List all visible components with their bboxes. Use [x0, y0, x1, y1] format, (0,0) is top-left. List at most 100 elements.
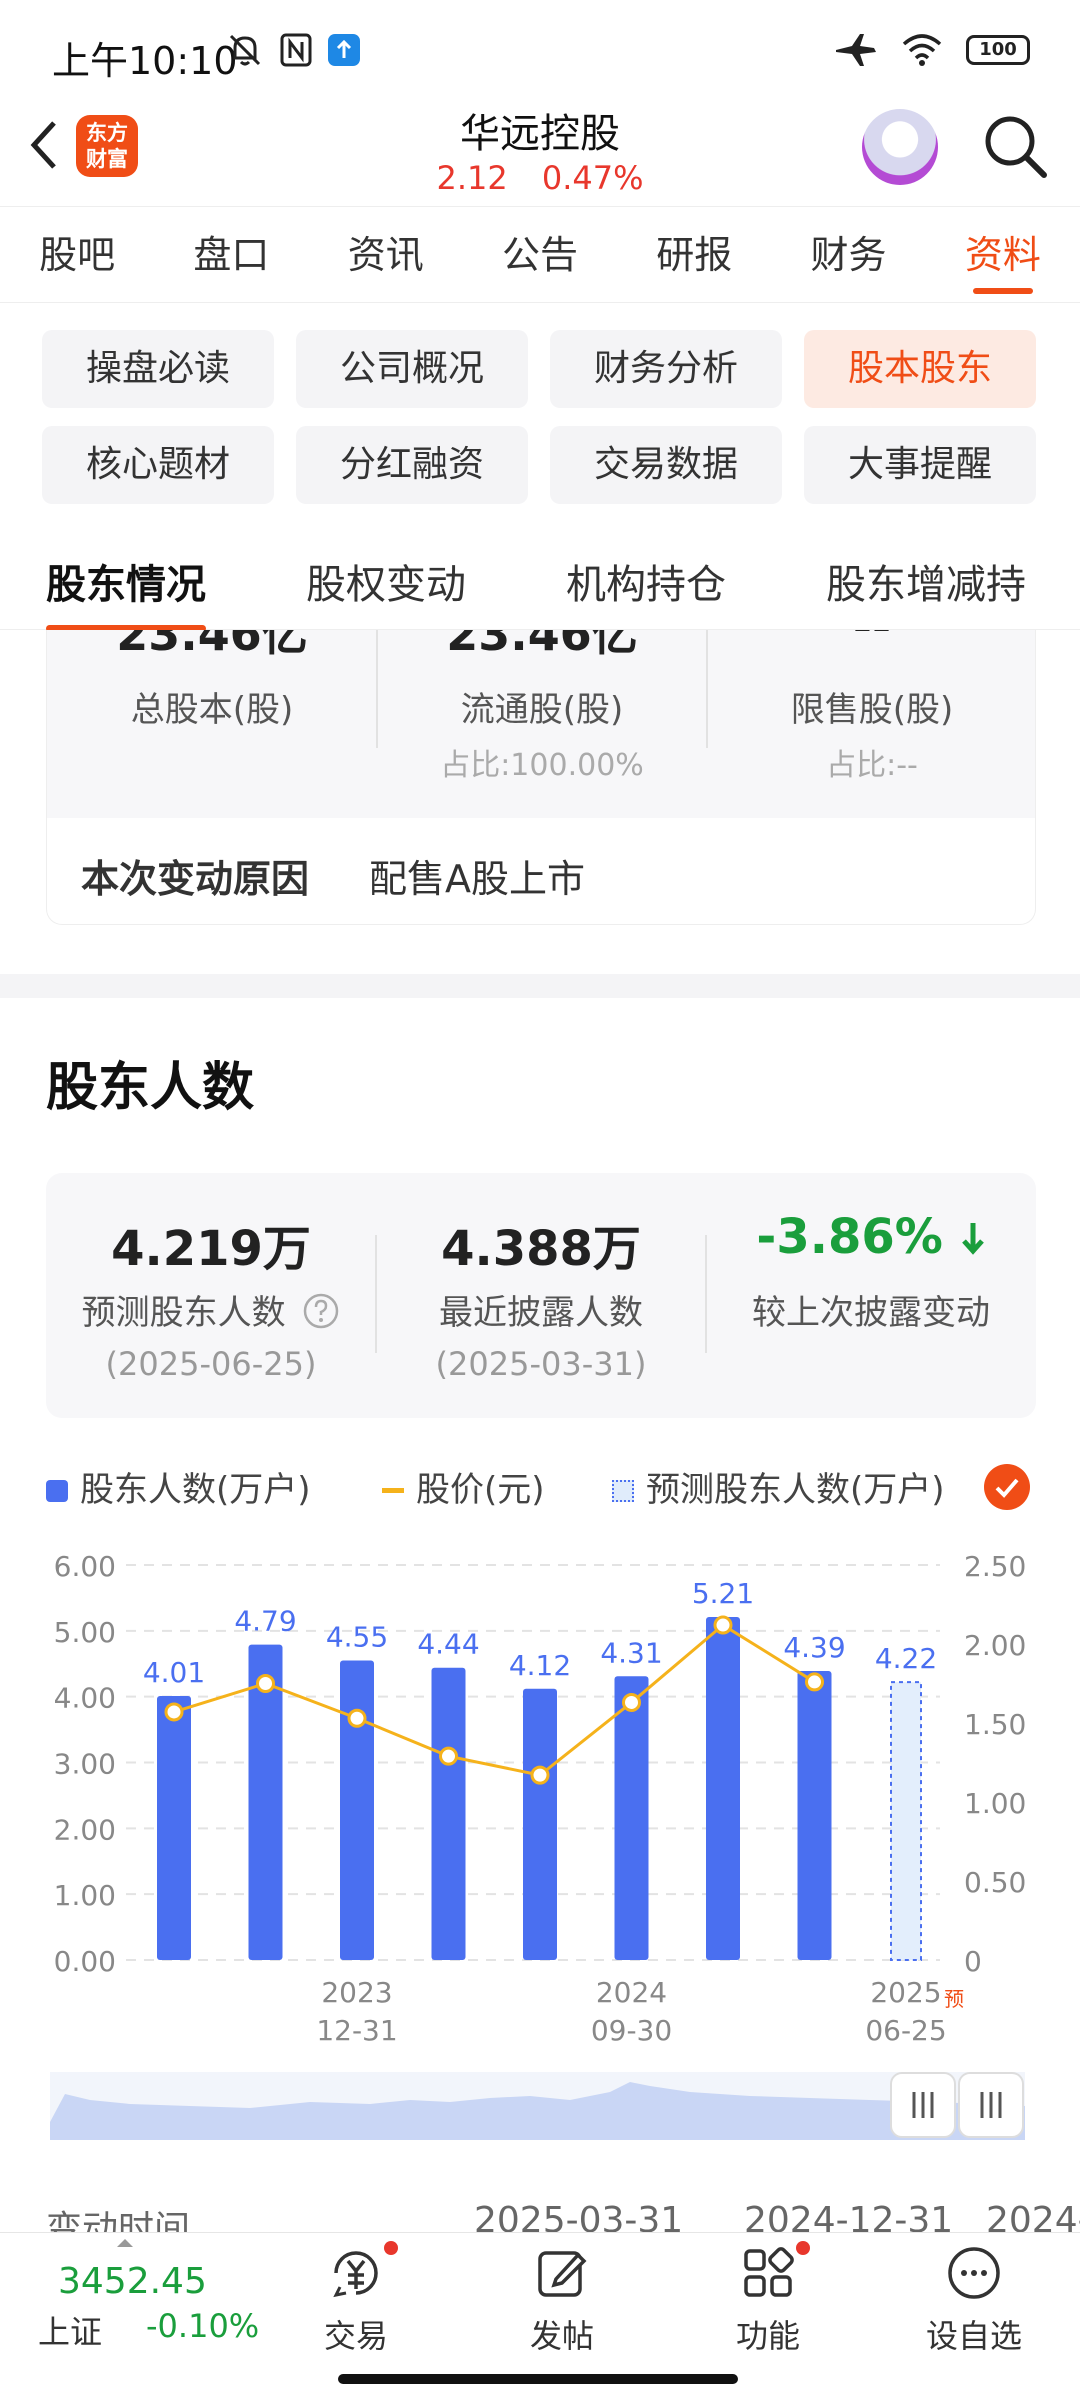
- subtab-equity-changes[interactable]: 股权变动: [306, 552, 466, 610]
- restricted-shares-ratio: 占比:--: [826, 748, 918, 783]
- legend-holders[interactable]: 股东人数(万户): [46, 1462, 311, 1511]
- y-left-tick: 1.00: [54, 1879, 116, 1912]
- status-icons-left: [225, 32, 361, 68]
- subtab-shareholder-info[interactable]: 股东情况: [46, 552, 206, 632]
- subtab-institution-holdings[interactable]: 机构持仓: [566, 552, 726, 610]
- price-point: [713, 1615, 733, 1635]
- tab-finance[interactable]: 财务: [771, 207, 925, 302]
- wifi-icon: [902, 34, 942, 66]
- restricted-shares-value: --: [707, 630, 1035, 652]
- nav-post-label: 发帖: [529, 2317, 594, 2355]
- nav-post[interactable]: 发帖: [482, 2243, 642, 2357]
- index-expand-arrow-icon[interactable]: [115, 2237, 135, 2249]
- chip-financial-analysis[interactable]: 财务分析: [550, 330, 782, 408]
- subtab-holder-changes[interactable]: 股东增减持: [826, 552, 1026, 610]
- float-shares-col: 23.46亿 流通股(股) 占比:100.00%: [377, 630, 707, 818]
- shareholder-count-title: 股东人数: [46, 1058, 255, 1118]
- chip-dividend-financing[interactable]: 分红融资: [296, 426, 528, 504]
- bar-shareholders: [614, 1676, 649, 1960]
- chip-company-overview[interactable]: 公司概况: [296, 330, 528, 408]
- bar-shareholders: [523, 1688, 557, 1960]
- tab-pankou[interactable]: 盘口: [154, 207, 308, 302]
- profile-chip-grid: 操盘必读 公司概况 财务分析 股本股东 核心题材 分红融资 交易数据 大事提醒: [42, 330, 1040, 504]
- tab-research[interactable]: 研报: [617, 207, 771, 302]
- search-icon[interactable]: [980, 111, 1050, 181]
- nav-functions[interactable]: 功能: [688, 2241, 848, 2357]
- holders-change-value: -3.86%: [706, 1209, 1036, 1265]
- price-point: [347, 1708, 367, 1728]
- forecast-holders-date: (2025-06-25): [105, 1345, 317, 1383]
- restricted-shares-col: -- 限售股(股) 占比:--: [707, 630, 1035, 818]
- assistant-robot-avatar[interactable]: [862, 109, 938, 185]
- index-name[interactable]: 上证: [38, 2307, 102, 2353]
- index-value[interactable]: 3452.45: [58, 2261, 207, 2302]
- legend-forecast[interactable]: 预测股东人数(万户): [612, 1462, 945, 1511]
- scroller-minimap: [50, 2082, 1025, 2140]
- legend-holders-label: 股东人数(万户): [80, 1470, 311, 1510]
- chip-event-reminders[interactable]: 大事提醒: [804, 426, 1036, 504]
- grip-icon: [912, 2092, 934, 2118]
- x-tick-date: 06-25: [865, 2014, 946, 2047]
- main-tabs: 股吧 盘口 资讯 公告 研报 财务 资料: [0, 207, 1080, 303]
- tab-announcements[interactable]: 公告: [463, 207, 617, 302]
- forecast-holders-value: 4.219万: [111, 1221, 311, 1277]
- bar-label: 4.12: [509, 1649, 571, 1682]
- forecast-holders-label: 预测股东人数: [46, 1285, 376, 1334]
- help-icon[interactable]: [302, 1292, 340, 1330]
- stock-header: 东方 财富 华远控股 2.12 0.47%: [0, 95, 1080, 207]
- legend-price[interactable]: 股价(元): [382, 1462, 545, 1511]
- y-left-tick: 5.00: [54, 1616, 116, 1649]
- legend-toggle-check-icon[interactable]: [984, 1464, 1030, 1510]
- tab-profile[interactable]: 资料: [926, 207, 1080, 302]
- chip-core-themes[interactable]: 核心题材: [42, 426, 274, 504]
- share-capital-card: 23.46亿 总股本(股) 23.46亿 流通股(股) 占比:100.00% -…: [46, 630, 1036, 925]
- home-indicator[interactable]: [338, 2374, 738, 2384]
- bar-label: 4.79: [234, 1605, 296, 1638]
- latest-holders-value: 4.388万: [441, 1221, 641, 1277]
- y-left-tick: 4.00: [54, 1682, 116, 1715]
- change-reason-row: 本次变动原因 配售A股上市: [47, 818, 1035, 924]
- bar-forecast: [890, 1681, 922, 1962]
- restricted-shares-label: 限售股(股): [790, 690, 954, 730]
- scroller-handle-left[interactable]: [890, 2072, 956, 2138]
- scroller-handle-right[interactable]: [958, 2072, 1024, 2138]
- tab-guba[interactable]: 股吧: [0, 207, 154, 302]
- bar-label: 4.39: [783, 1631, 845, 1664]
- y-left-tick: 3.00: [54, 1748, 116, 1781]
- tab-news[interactable]: 资讯: [309, 207, 463, 302]
- status-time: 上午10:10: [52, 39, 238, 83]
- stock-price: 2.12: [436, 159, 508, 197]
- notification-dot: [384, 2241, 398, 2255]
- airplane-icon: [836, 34, 876, 66]
- y-right-tick: 1.50: [964, 1708, 1026, 1741]
- status-bar: 上午10:10 100: [0, 0, 1080, 100]
- legend-forecast-label: 预测股东人数(万户): [646, 1470, 945, 1510]
- y-right-tick: 2.00: [964, 1629, 1026, 1662]
- nav-add-watchlist[interactable]: 设自选: [894, 2243, 1054, 2357]
- change-reason-label: 本次变动原因: [81, 857, 310, 901]
- holders-change-text: -3.86%: [756, 1209, 943, 1265]
- legend-forecast-swatch: [612, 1480, 634, 1502]
- price-point: [530, 1765, 550, 1785]
- bar-forecast-label: 4.22: [875, 1642, 937, 1675]
- latest-holders-date: (2025-03-31): [435, 1345, 647, 1383]
- battery-icon: 100: [966, 35, 1030, 65]
- x-tick-date: 09-30: [591, 2014, 672, 2047]
- bar-shareholders: [157, 1696, 191, 1960]
- bar-label: 4.01: [143, 1656, 205, 1689]
- chart-range-scroller[interactable]: [50, 2072, 1025, 2140]
- trade-icon: [326, 2241, 398, 2303]
- more-circle-icon: [944, 2243, 1004, 2303]
- forecast-holders-col: 4.219万 预测股东人数 (2025-06-25): [46, 1173, 376, 1418]
- latest-holders-label: 最近披露人数: [439, 1293, 643, 1333]
- float-shares-label: 流通股(股): [460, 690, 624, 730]
- index-change[interactable]: -0.10%: [146, 2307, 259, 2345]
- nfc-icon: [280, 33, 312, 67]
- chip-trading-guide[interactable]: 操盘必读: [42, 330, 274, 408]
- bar-shareholders: [706, 1617, 740, 1960]
- upload-app-icon: [328, 34, 360, 66]
- chip-capital-shareholders[interactable]: 股本股东: [804, 330, 1036, 408]
- check-icon: [995, 1478, 1019, 1498]
- nav-trade[interactable]: 交易: [276, 2241, 436, 2357]
- chip-trading-data[interactable]: 交易数据: [550, 426, 782, 504]
